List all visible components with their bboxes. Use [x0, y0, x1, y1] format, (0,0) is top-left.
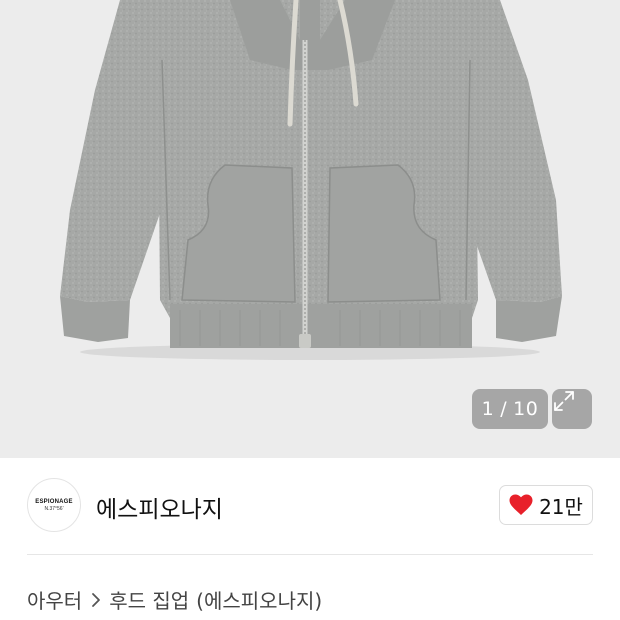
heart-icon — [509, 494, 533, 515]
breadcrumb-brand[interactable]: (에스피오나지) — [196, 585, 322, 614]
page-separator: / — [500, 398, 508, 420]
brand-logo-subtext: N.37°56' — [44, 505, 64, 512]
brand-logo-text: ESPIONAGE — [35, 498, 73, 505]
breadcrumb-category[interactable]: 아우터 — [27, 585, 82, 614]
current-page: 1 — [481, 398, 495, 420]
image-pager: 1 / 10 — [472, 389, 548, 429]
like-count: 21만 — [539, 494, 583, 519]
brand-name[interactable]: 에스피오나지 — [96, 490, 223, 524]
brand-row: ESPIONAGE N.37°56' 에스피오나지 21만 — [0, 458, 620, 554]
chevron-right-icon — [91, 592, 101, 608]
expand-diagonal-icon — [554, 391, 574, 411]
total-pages: 10 — [513, 398, 539, 420]
divider — [27, 554, 593, 555]
product-image-gallery[interactable]: 1 / 10 — [0, 0, 620, 458]
breadcrumb: 아우터 후드 집업 (에스피오나지) — [27, 585, 322, 614]
like-button[interactable]: 21만 — [499, 485, 593, 525]
product-page: 1 / 10 ESPIONAGE N.37°56' 에스피오나지 21만 아우터… — [0, 0, 620, 620]
breadcrumb-subcategory[interactable]: 후드 집업 — [109, 585, 189, 614]
brand-logo[interactable]: ESPIONAGE N.37°56' — [27, 478, 81, 532]
expand-image-button[interactable] — [552, 389, 592, 429]
